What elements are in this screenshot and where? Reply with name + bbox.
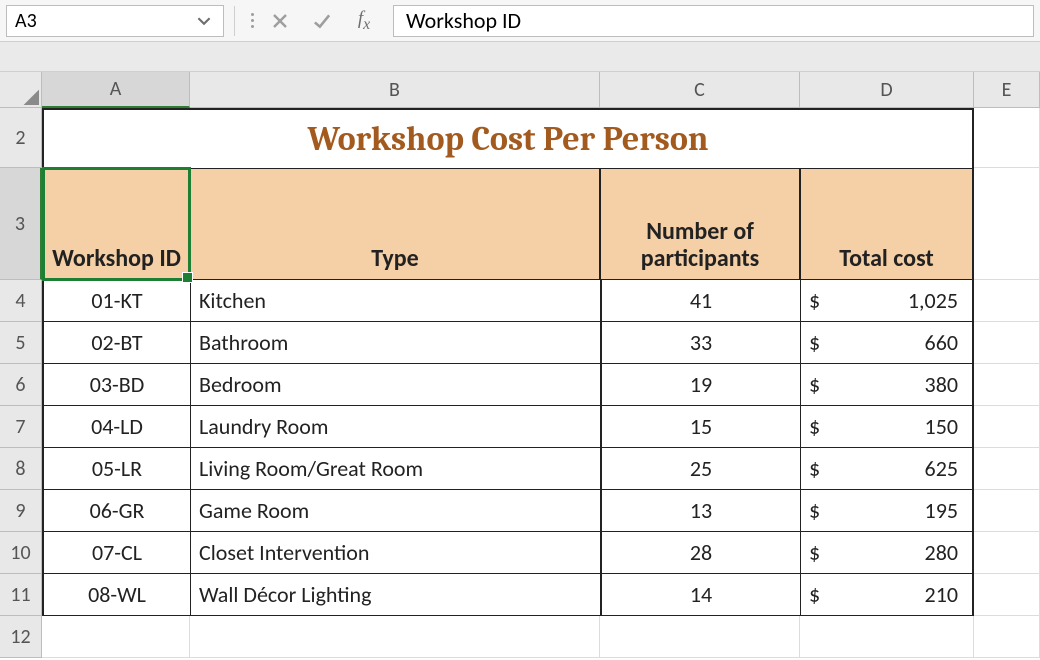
formula-value: Workshop ID	[406, 7, 521, 34]
cell-E4[interactable]	[974, 280, 1040, 322]
row-header-7[interactable]: 7	[0, 406, 42, 448]
cost-amount: 210	[925, 581, 958, 608]
cell-E6[interactable]	[974, 364, 1040, 406]
cell-E10[interactable]	[974, 532, 1040, 574]
row-header-10[interactable]: 10	[0, 532, 42, 574]
cost-amount: 150	[925, 413, 958, 440]
header-participants[interactable]: Number of participants	[600, 168, 800, 280]
cost-amount: 380	[925, 371, 958, 398]
cost-amount: 1,025	[908, 287, 958, 314]
row-header-3[interactable]: 3	[0, 168, 42, 280]
cell-id[interactable]: 06-GR	[42, 490, 190, 532]
currency-symbol: $	[809, 455, 820, 482]
header-total-cost[interactable]: Total cost	[800, 168, 974, 280]
row-header-2[interactable]: 2	[0, 108, 42, 168]
cell-E9[interactable]	[974, 490, 1040, 532]
row-header-5[interactable]: 5	[0, 322, 42, 364]
cell-id[interactable]: 03-BD	[42, 364, 190, 406]
column-header-E[interactable]: E	[974, 72, 1040, 108]
column-header-A[interactable]: A	[42, 72, 190, 108]
cost-amount: 660	[925, 329, 958, 356]
formula-bar: A3 fx Workshop ID	[0, 0, 1040, 42]
name-box-value: A3	[15, 9, 37, 33]
currency-symbol: $	[809, 539, 820, 566]
cell-E3[interactable]	[974, 168, 1040, 280]
cost-amount: 280	[925, 539, 958, 566]
cost-amount: 625	[925, 455, 958, 482]
cell-type[interactable]: Wall Décor Lighting	[190, 574, 600, 616]
cell-cost[interactable]: $210	[800, 574, 974, 616]
currency-symbol: $	[809, 287, 820, 314]
cell-participants[interactable]: 15	[600, 406, 800, 448]
column-header-D[interactable]: D	[800, 72, 974, 108]
cell-id[interactable]: 01-KT	[42, 280, 190, 322]
cell-participants[interactable]: 13	[600, 490, 800, 532]
cell-E11[interactable]	[974, 574, 1040, 616]
cell-E5[interactable]	[974, 322, 1040, 364]
cell-participants[interactable]: 41	[600, 280, 800, 322]
separator	[234, 6, 235, 36]
enter-button[interactable]	[301, 5, 343, 37]
cell-cost[interactable]: $625	[800, 448, 974, 490]
currency-symbol: $	[809, 413, 820, 440]
header-workshop-id[interactable]: Workshop ID	[42, 168, 190, 280]
cell-E8[interactable]	[974, 448, 1040, 490]
cell-id[interactable]: 05-LR	[42, 448, 190, 490]
header-type[interactable]: Type	[190, 168, 600, 280]
currency-symbol: $	[809, 581, 820, 608]
cost-amount: 195	[925, 497, 958, 524]
cell-id[interactable]: 02-BT	[42, 322, 190, 364]
cell-cost[interactable]: $150	[800, 406, 974, 448]
cell-type[interactable]: Closet Intervention	[190, 532, 600, 574]
row-header-6[interactable]: 6	[0, 364, 42, 406]
cell-E7[interactable]	[974, 406, 1040, 448]
cell-participants[interactable]: 14	[600, 574, 800, 616]
cell-type[interactable]: Kitchen	[190, 280, 600, 322]
name-box-dropdown-icon[interactable]	[193, 10, 215, 32]
empty-cell[interactable]	[42, 616, 190, 658]
column-header-B[interactable]: B	[190, 72, 600, 108]
currency-symbol: $	[809, 497, 820, 524]
empty-cell[interactable]	[974, 616, 1040, 658]
cell-cost[interactable]: $380	[800, 364, 974, 406]
cell-participants[interactable]: 28	[600, 532, 800, 574]
empty-cell[interactable]	[190, 616, 600, 658]
drag-handle-icon[interactable]	[245, 6, 259, 36]
cell-cost[interactable]: $1,025	[800, 280, 974, 322]
spreadsheet-grid: ABCDE 2Workshop Cost Per Person3Workshop …	[0, 72, 1040, 658]
select-all-cell[interactable]	[0, 72, 42, 108]
empty-cell[interactable]	[600, 616, 800, 658]
cell-cost[interactable]: $195	[800, 490, 974, 532]
title-cell[interactable]: Workshop Cost Per Person	[42, 108, 974, 168]
cell-cost[interactable]: $280	[800, 532, 974, 574]
cell-type[interactable]: Living Room/Great Room	[190, 448, 600, 490]
cell-type[interactable]: Bathroom	[190, 322, 600, 364]
cell-id[interactable]: 07-CL	[42, 532, 190, 574]
row-header-8[interactable]: 8	[0, 448, 42, 490]
cell-id[interactable]: 04-LD	[42, 406, 190, 448]
cell-participants[interactable]: 25	[600, 448, 800, 490]
row-header-9[interactable]: 9	[0, 490, 42, 532]
cell-participants[interactable]: 19	[600, 364, 800, 406]
cancel-button[interactable]	[259, 5, 301, 37]
currency-symbol: $	[809, 329, 820, 356]
row-header-4[interactable]: 4	[0, 280, 42, 322]
currency-symbol: $	[809, 371, 820, 398]
cell-type[interactable]: Game Room	[190, 490, 600, 532]
cell-E2[interactable]	[974, 108, 1040, 168]
cell-type[interactable]: Bedroom	[190, 364, 600, 406]
toolbar-strip	[0, 42, 1040, 72]
fx-button[interactable]: fx	[343, 5, 385, 37]
cell-id[interactable]: 08-WL	[42, 574, 190, 616]
cell-type[interactable]: Laundry Room	[190, 406, 600, 448]
row-header-11[interactable]: 11	[0, 574, 42, 616]
empty-cell[interactable]	[800, 616, 974, 658]
name-box[interactable]: A3	[6, 5, 224, 37]
cell-participants[interactable]: 33	[600, 322, 800, 364]
row-header-12[interactable]: 12	[0, 616, 42, 658]
formula-input[interactable]: Workshop ID	[393, 5, 1034, 37]
column-header-C[interactable]: C	[600, 72, 800, 108]
cell-cost[interactable]: $660	[800, 322, 974, 364]
